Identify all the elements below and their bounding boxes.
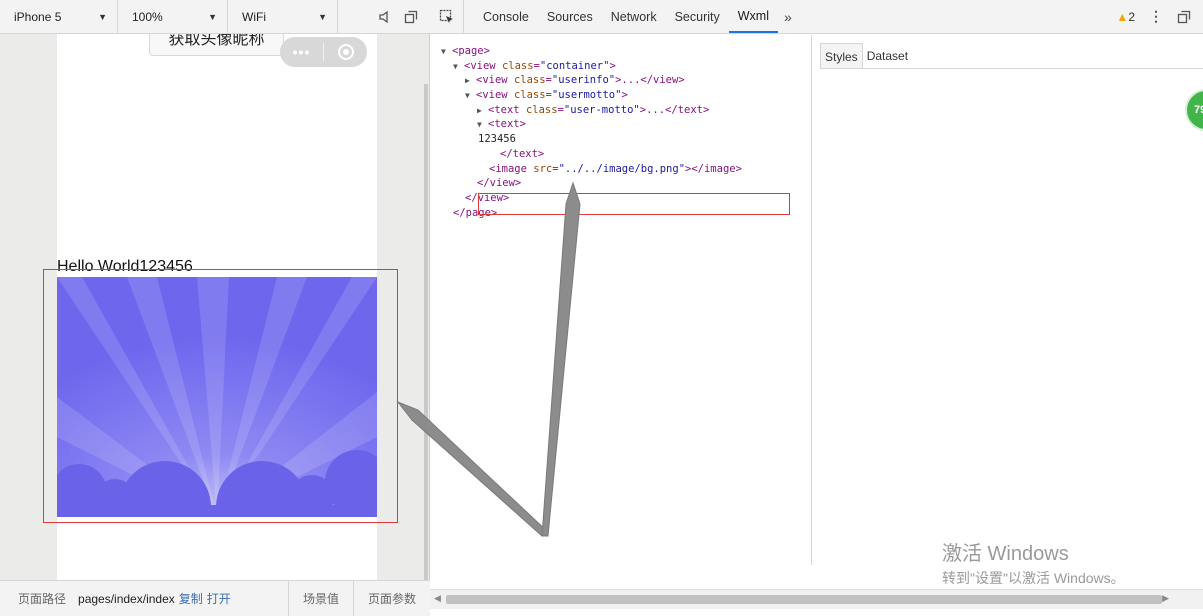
device-select-label: iPhone 5 bbox=[14, 9, 62, 24]
zoom-select-label: 100% bbox=[132, 9, 163, 24]
tree-node-userinfo[interactable]: ▶ <view class="userinfo">...</view> bbox=[430, 73, 811, 88]
tree-text-value: 123456 bbox=[478, 133, 516, 146]
tree-node-page[interactable]: ▼ <page> bbox=[430, 44, 811, 59]
windows-activation-watermark: 激活 Windows 转到"设置"以激活 Windows。 bbox=[942, 537, 1125, 588]
volume-icon[interactable] bbox=[378, 10, 392, 24]
caret-down-icon[interactable]: ▼ bbox=[465, 89, 476, 104]
inspect-element-icon[interactable] bbox=[430, 0, 464, 33]
page-params-button[interactable]: 页面参数 bbox=[352, 580, 430, 616]
tab-sources[interactable]: Sources bbox=[538, 0, 602, 33]
simulator-panel: iPhone 5 ▼ 100% ▼ WiFi ▼ 获取头像昵称 ••• Hell… bbox=[0, 0, 430, 616]
styles-pane: Styles Dataset bbox=[812, 35, 1203, 565]
devtools-panel: Console Sources Network Security Wxml » … bbox=[430, 0, 1203, 616]
tree-node-container[interactable]: ▼ <view class="container"> bbox=[430, 59, 811, 74]
zoom-select[interactable]: 100% ▼ bbox=[118, 0, 228, 34]
warning-count: 2 bbox=[1128, 9, 1135, 24]
devtools-window: iPhone 5 ▼ 100% ▼ WiFi ▼ 获取头像昵称 ••• Hell… bbox=[0, 0, 1203, 616]
devtools-right-tools: ▲2 ⋮ bbox=[1116, 0, 1203, 33]
tab-network[interactable]: Network bbox=[602, 0, 666, 33]
tab-dataset[interactable]: Dataset bbox=[863, 43, 912, 68]
caret-down-icon[interactable]: ▼ bbox=[453, 60, 464, 75]
scene-value-button[interactable]: 场景值 bbox=[287, 580, 353, 616]
page-path-label: 页面路径 bbox=[18, 592, 67, 606]
scroll-right-icon[interactable]: ▶ bbox=[1162, 593, 1169, 604]
horizontal-scrollbar[interactable]: ◀ ▶ bbox=[430, 589, 1203, 609]
activation-subtitle: 转到"设置"以激活 Windows。 bbox=[942, 570, 1125, 586]
tab-console[interactable]: Console bbox=[474, 0, 538, 33]
dock-icon[interactable] bbox=[1177, 10, 1191, 24]
page-path-value: pages/index/index bbox=[78, 591, 175, 606]
device-select[interactable]: iPhone 5 ▼ bbox=[0, 0, 118, 34]
scroll-left-icon[interactable]: ◀ bbox=[434, 593, 441, 604]
chevron-down-icon: ▼ bbox=[318, 11, 327, 22]
caret-right-icon[interactable]: ▶ bbox=[465, 74, 476, 89]
network-select-label: WiFi bbox=[242, 9, 266, 24]
chevron-down-icon: ▼ bbox=[98, 11, 107, 22]
capsule-menu: ••• bbox=[280, 37, 367, 67]
chevron-down-icon: ▼ bbox=[208, 11, 217, 22]
open-link[interactable]: 打开 bbox=[203, 590, 231, 607]
tree-node-text-close: </text> bbox=[500, 147, 545, 160]
devtools-tabbar: Console Sources Network Security Wxml » … bbox=[430, 0, 1203, 34]
simulator-toolbar: iPhone 5 ▼ 100% ▼ WiFi ▼ bbox=[0, 0, 430, 34]
caret-down-icon[interactable]: ▼ bbox=[441, 45, 452, 60]
kebab-menu-icon[interactable]: ⋮ bbox=[1149, 8, 1163, 25]
activation-title: 激活 Windows bbox=[942, 543, 1069, 565]
tree-node-usermotto[interactable]: ▼ <view class="usermotto"> bbox=[430, 88, 811, 103]
warning-badge[interactable]: ▲2 bbox=[1116, 10, 1135, 24]
more-tabs-icon[interactable]: » bbox=[778, 0, 798, 33]
tree-node-usermotto-close: </view> bbox=[477, 177, 522, 190]
tree-node-user-motto-text[interactable]: ▶ <text class="user-motto">...</text> bbox=[430, 103, 811, 118]
image-tag-highlight-box bbox=[478, 193, 790, 215]
simulator-footer: 页面路径 pages/index/index 复制 打开 场景值 页面参数 bbox=[0, 580, 430, 616]
simulator-tools bbox=[378, 10, 430, 24]
caret-right-icon[interactable]: ▶ bbox=[477, 104, 488, 119]
tab-styles[interactable]: Styles bbox=[820, 43, 863, 68]
more-icon[interactable]: ••• bbox=[280, 44, 323, 60]
tree-node-text[interactable]: ▼ <text> bbox=[430, 117, 811, 132]
close-miniprogram-icon[interactable] bbox=[324, 44, 367, 60]
tab-wxml[interactable]: Wxml bbox=[728, 0, 778, 33]
warning-icon: ▲ bbox=[1116, 9, 1129, 24]
scrollbar-thumb[interactable] bbox=[446, 595, 1162, 604]
image-highlight-box bbox=[43, 269, 398, 523]
popout-icon[interactable] bbox=[404, 10, 418, 24]
get-nickname-button[interactable]: 获取头像昵称 bbox=[149, 34, 284, 56]
wxml-tree: ▼ <page> ▼ <view class="container"> ▶ <view… bbox=[430, 35, 812, 565]
network-select[interactable]: WiFi ▼ bbox=[228, 0, 338, 34]
tree-node-image[interactable]: <image src="../../image/bg.png"></image> bbox=[430, 162, 811, 177]
copy-link[interactable]: 复制 bbox=[175, 590, 203, 607]
tab-security[interactable]: Security bbox=[666, 0, 729, 33]
simulator-scrollbar[interactable] bbox=[424, 84, 428, 580]
styles-tabbar: Styles Dataset bbox=[820, 43, 1203, 69]
caret-down-icon[interactable]: ▼ bbox=[477, 118, 488, 133]
